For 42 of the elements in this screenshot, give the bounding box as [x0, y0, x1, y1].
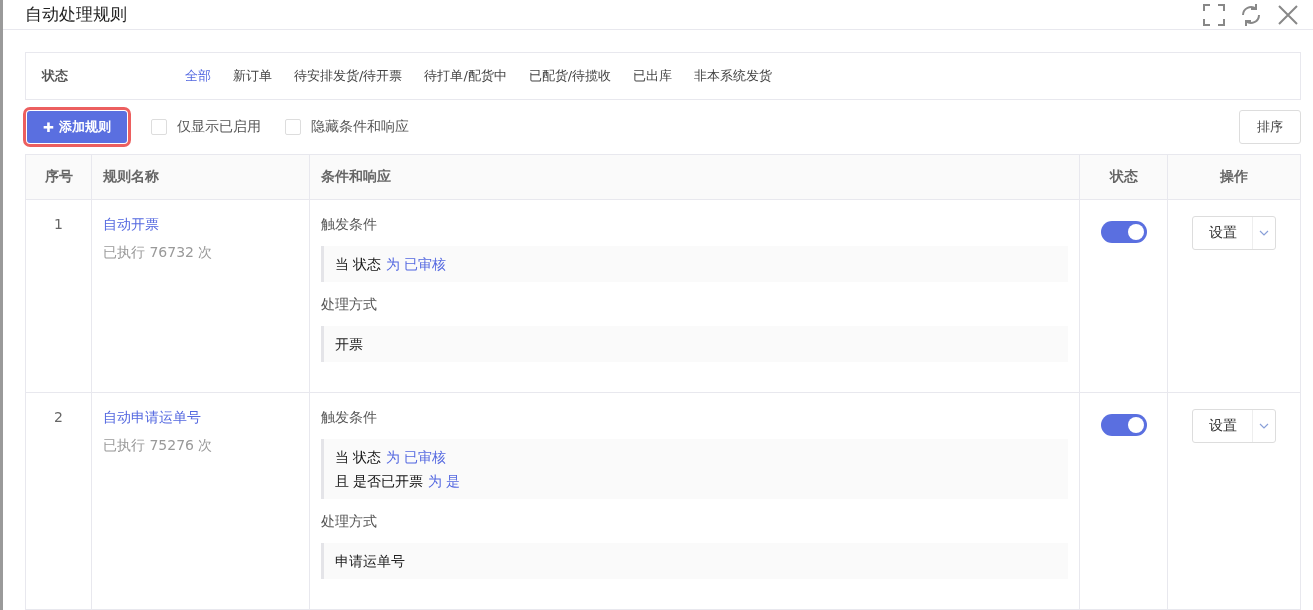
toggle-switch[interactable]: [1100, 221, 1147, 243]
caret-icon[interactable]: [1259, 230, 1269, 236]
condition-block: 当 状态 为 已审核: [321, 246, 1068, 282]
rule-name-link[interactable]: 自动开票: [103, 216, 298, 234]
condition-block: 当 状态 为 已审核 且 是否已开票 为 是: [321, 439, 1068, 499]
status-filter-tab[interactable]: 已配货/待揽收: [517, 67, 623, 85]
status-filter-tab[interactable]: 全部: [174, 67, 222, 85]
settings-split-button[interactable]: 设置: [1192, 409, 1276, 443]
caret-icon[interactable]: [1259, 423, 1269, 429]
filter-label: 状态: [42, 67, 69, 85]
rule-name-link[interactable]: 自动申请运单号: [103, 409, 298, 427]
toggle-switch[interactable]: [1100, 414, 1147, 436]
execution-count: 已执行 76732 次: [103, 244, 214, 262]
checkbox[interactable]: [150, 119, 167, 135]
section-label: 触发条件: [321, 409, 378, 427]
dialog-title: 自动处理规则: [25, 3, 128, 26]
column-header: 条件和响应: [309, 154, 1080, 200]
section-label: 触发条件: [321, 216, 378, 234]
sort-button[interactable]: 排序: [1239, 110, 1301, 144]
refresh-icon[interactable]: [1239, 2, 1263, 27]
settings-split-button[interactable]: 设置: [1192, 216, 1276, 250]
status-filter-tab[interactable]: 新订单: [222, 67, 283, 85]
checkbox-label: 仅显示已启用: [176, 118, 261, 136]
close-icon[interactable]: [1277, 3, 1299, 26]
column-header: 状态: [1079, 154, 1168, 200]
action-block: 申请运单号: [321, 543, 1068, 579]
status-filter-tab[interactable]: 待打单/配货中: [413, 67, 518, 85]
status-filter-tab[interactable]: 待安排发货/待开票: [283, 67, 414, 85]
status-filter-tab[interactable]: 已出库: [622, 67, 684, 85]
execution-count: 已执行 75276 次: [103, 437, 214, 455]
column-header: 操作: [1167, 154, 1301, 200]
table-cell: 2: [25, 392, 92, 610]
section-label: 处理方式: [321, 513, 378, 531]
column-header: 规则名称: [91, 154, 310, 200]
checkbox-label: 隐藏条件和响应: [310, 118, 409, 136]
status-filter-tab[interactable]: 非本系统发货: [683, 67, 784, 85]
section-label: 处理方式: [321, 296, 378, 314]
table-cell: 1: [25, 199, 92, 393]
column-header: 序号: [25, 154, 92, 200]
fullscreen-icon[interactable]: [1203, 3, 1225, 26]
action-block: 开票: [321, 326, 1068, 362]
checkbox[interactable]: [284, 119, 301, 135]
